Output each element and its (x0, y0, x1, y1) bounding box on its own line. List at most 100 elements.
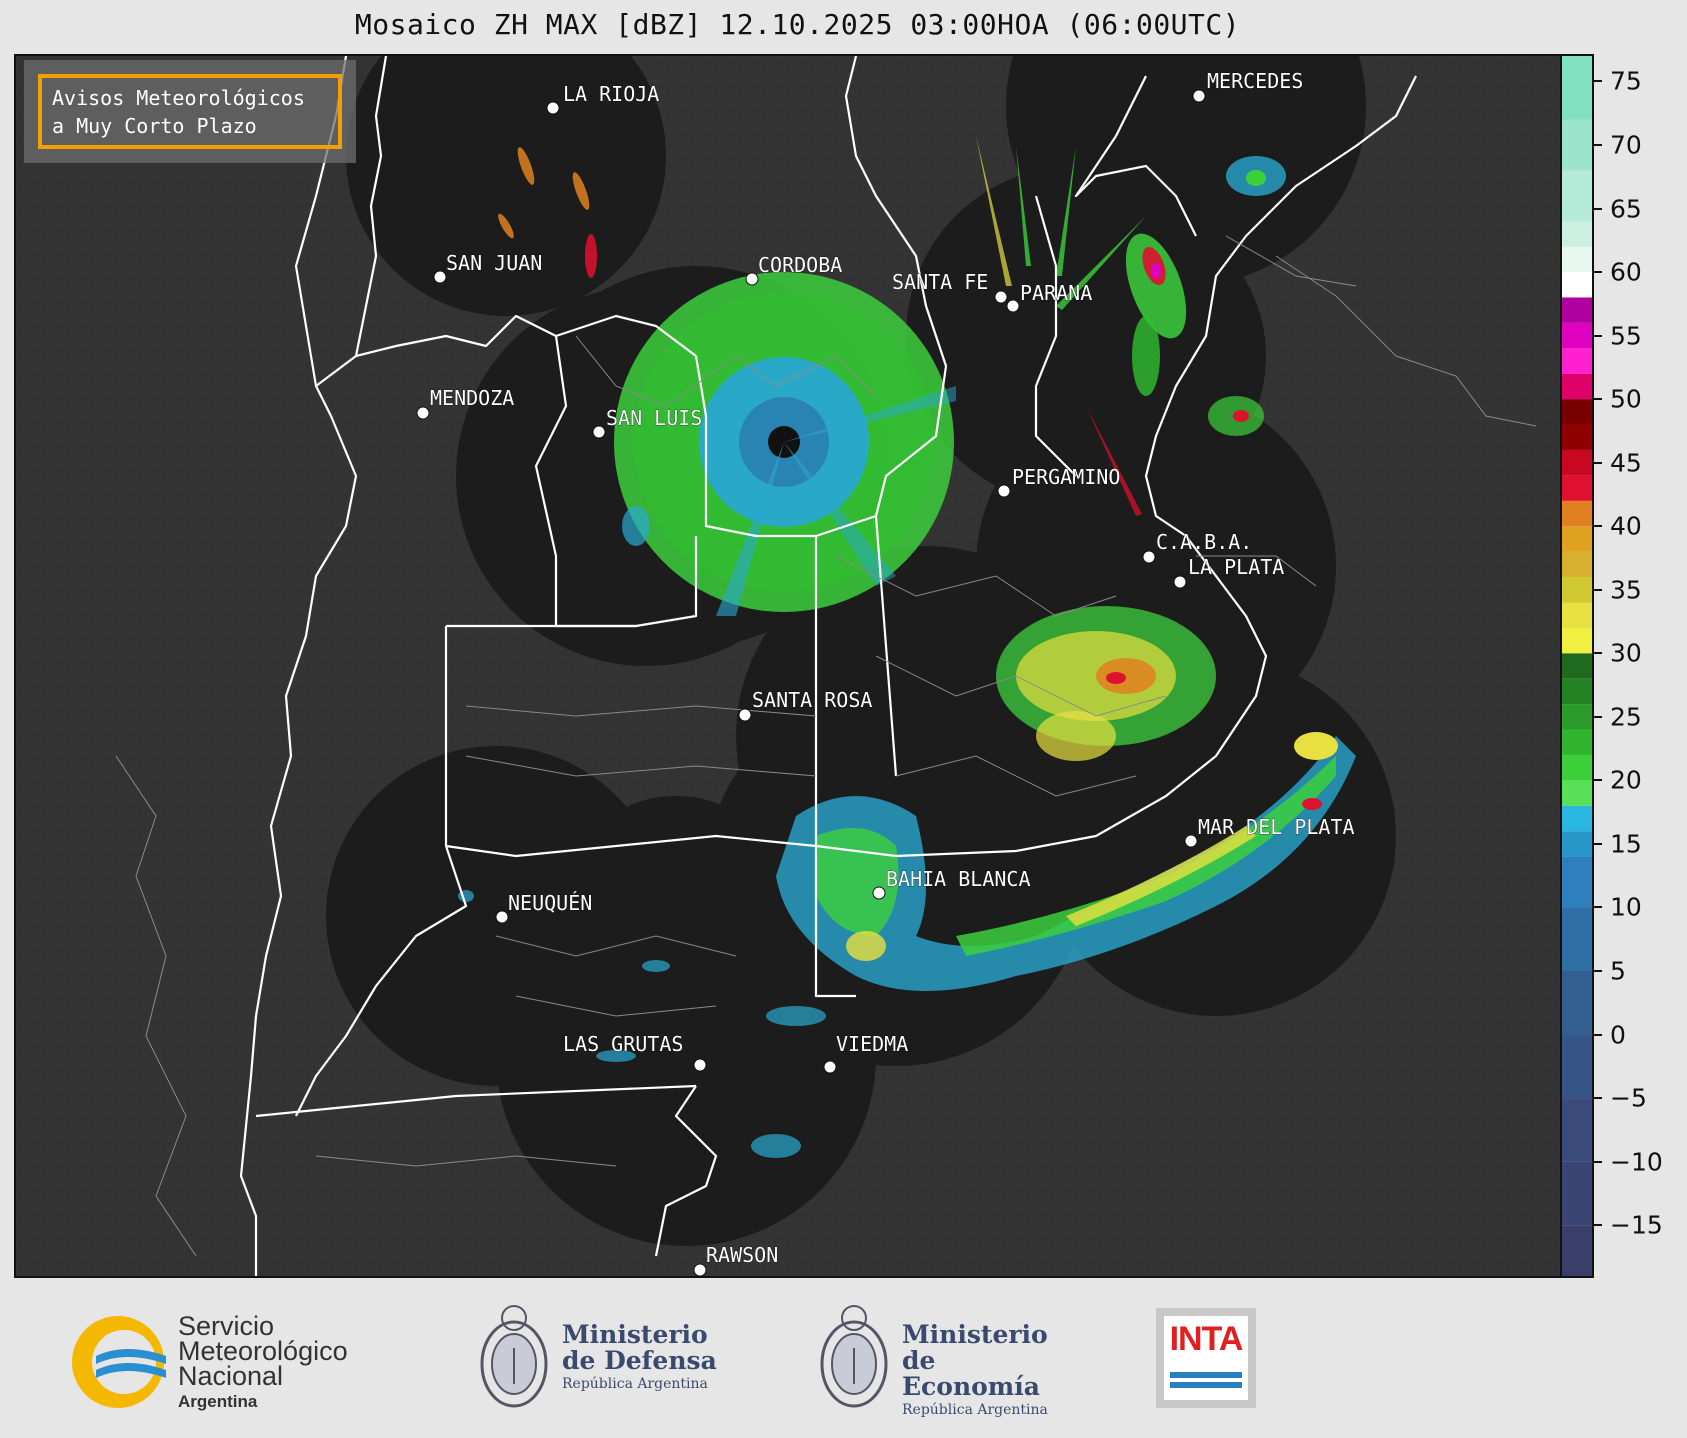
notice-line-1: Avisos Meteorológicos (52, 86, 305, 110)
smn-subtitle: Argentina (178, 1392, 258, 1411)
economia-line-2: de Economía (902, 1346, 1040, 1401)
colorbar-band (1562, 246, 1592, 273)
defensa-line-1: Ministerio (562, 1320, 708, 1349)
colorbar-band (1562, 754, 1592, 781)
colorbar-tick-mark (1594, 207, 1602, 210)
colorbar-band (1562, 348, 1592, 374)
colorbar-tick-label: 70 (1610, 130, 1642, 160)
colorbar-tick-mark (1594, 652, 1602, 655)
city-dot-viedma (823, 1060, 837, 1074)
coat-of-arms-icon (820, 1305, 888, 1408)
notice-line-2: a Muy Corto Plazo (52, 114, 257, 138)
colorbar-tick-mark (1594, 271, 1602, 274)
city-label-mercedes: MERCEDES (1207, 69, 1303, 93)
colorbar-tick-mark (1594, 715, 1602, 718)
colorbar-band (1562, 856, 1592, 908)
colorbar-tick-label: 50 (1610, 384, 1642, 414)
colorbar-tick-mark (1594, 1224, 1602, 1227)
colorbar-band (1562, 831, 1592, 857)
colorbar-band (1562, 1161, 1592, 1226)
coat-of-arms-icon (480, 1305, 548, 1408)
colorbar-band (1562, 399, 1592, 425)
colorbar-band (1562, 56, 1592, 120)
city-dot-mendoza (416, 406, 430, 420)
economia-subtitle: República Argentina (902, 1402, 1048, 1418)
colorbar-band (1562, 678, 1592, 705)
city-label-san-luis: SAN LUIS (606, 406, 702, 430)
city-dot-la-rioja (546, 101, 560, 115)
colorbar-band (1562, 971, 1592, 1035)
colorbar-tick-label: 0 (1610, 1020, 1626, 1050)
colorbar-band (1562, 272, 1592, 298)
colorbar-band (1562, 704, 1592, 730)
city-dot-mar-del-plata (1184, 834, 1198, 848)
colorbar-tick-label: 15 (1610, 829, 1642, 859)
city-label-la-rioja: LA RIOJA (563, 82, 659, 106)
colorbar-band (1562, 449, 1592, 476)
colorbar-band (1562, 221, 1592, 247)
colorbar-tick-mark (1594, 1033, 1602, 1036)
colorbar-tick-mark (1594, 143, 1602, 146)
defensa-subtitle: República Argentina (562, 1376, 708, 1392)
inta-wordmark: INTA (1169, 1320, 1244, 1358)
colorbar-tick-label: 30 (1610, 638, 1642, 668)
city-dot-neuquen (495, 910, 509, 924)
colorbar-tick-label: 10 (1610, 892, 1642, 922)
colorbar-tick-mark (1594, 1097, 1602, 1100)
colorbar-tick-label: 55 (1610, 321, 1642, 351)
city-label-cordoba: CORDOBA (758, 253, 842, 277)
colorbar-tick-mark (1594, 906, 1602, 909)
notice-box: Avisos Meteorológicos a Muy Corto Plazo (24, 60, 356, 163)
colorbar-band (1562, 1098, 1592, 1162)
city-dot-san-luis (592, 425, 606, 439)
city-label-san-juan: SAN JUAN (446, 251, 542, 275)
colorbar-tick-label: −15 (1610, 1210, 1663, 1240)
colorbar-band (1562, 424, 1592, 450)
colorbar-band (1562, 780, 1592, 806)
colorbar-tick-mark (1594, 842, 1602, 845)
city-dot-santa-rosa (738, 708, 752, 722)
city-label-las-grutas: LAS GRUTAS (563, 1032, 683, 1056)
city-dot-mercedes (1192, 89, 1206, 103)
colorbar-tick-mark (1594, 80, 1602, 83)
colorbar-band (1562, 373, 1592, 400)
colorbar-band (1562, 907, 1592, 971)
ministerio-defensa-logo: Ministerio de Defensa República Argentin… (478, 1300, 738, 1420)
colorbar-band (1562, 653, 1592, 679)
smn-line-3: Nacional (178, 1361, 284, 1391)
city-dot-caba (1142, 550, 1156, 564)
defensa-line-2: de Defensa (562, 1346, 717, 1375)
colorbar-tick-label: 45 (1610, 448, 1642, 478)
notice-frame: Avisos Meteorológicos a Muy Corto Plazo (38, 74, 342, 149)
radar-map[interactable]: LA RIOJA SAN JUAN CORDOBA SANTA FE PARAN… (14, 54, 1562, 1278)
smn-emblem-icon (72, 1316, 166, 1408)
city-label-parana: PARANA (1020, 281, 1092, 305)
city-label-rawson: RAWSON (706, 1243, 778, 1267)
colorbar-tick-mark (1594, 334, 1602, 337)
city-dot-rawson (693, 1263, 707, 1276)
colorbar-band (1562, 526, 1592, 552)
colorbar-tick-label: 35 (1610, 575, 1642, 605)
city-label-bahia-blanca: BAHIA BLANCA (886, 867, 1031, 891)
colorbar-tick-mark (1594, 525, 1602, 528)
colorbar-tick-mark (1594, 970, 1602, 972)
colorbar-tick-mark (1594, 1160, 1602, 1163)
colorbar-tick-mark (1594, 398, 1602, 401)
colorbar-tick-label: 20 (1610, 765, 1642, 795)
colorbar-band (1562, 500, 1592, 527)
city-label-viedma: VIEDMA (836, 1032, 908, 1056)
city-label-la-plata: LA PLATA (1188, 555, 1284, 579)
map-title: Mosaico ZH MAX [dBZ] 12.10.2025 03:00HOA… (354, 8, 1241, 41)
colorbar (1562, 54, 1594, 1278)
city-dot-san-juan (433, 270, 447, 284)
city-dot-parana (1006, 299, 1020, 313)
colorbar-tick-label: 65 (1610, 194, 1642, 223)
footer-logos: Servicio Meteorológico Nacional Argentin… (0, 1280, 1687, 1438)
colorbar-tick-label: 60 (1610, 257, 1642, 287)
colorbar-band (1562, 475, 1592, 501)
city-label-caba: C.A.B.A. (1156, 530, 1252, 554)
ministerio-economia-logo: Ministerio de Economía República Argenti… (818, 1300, 1078, 1420)
city-dot-cordoba (745, 272, 759, 286)
colorbar-band (1562, 627, 1592, 654)
city-dot-la-plata (1173, 575, 1187, 589)
